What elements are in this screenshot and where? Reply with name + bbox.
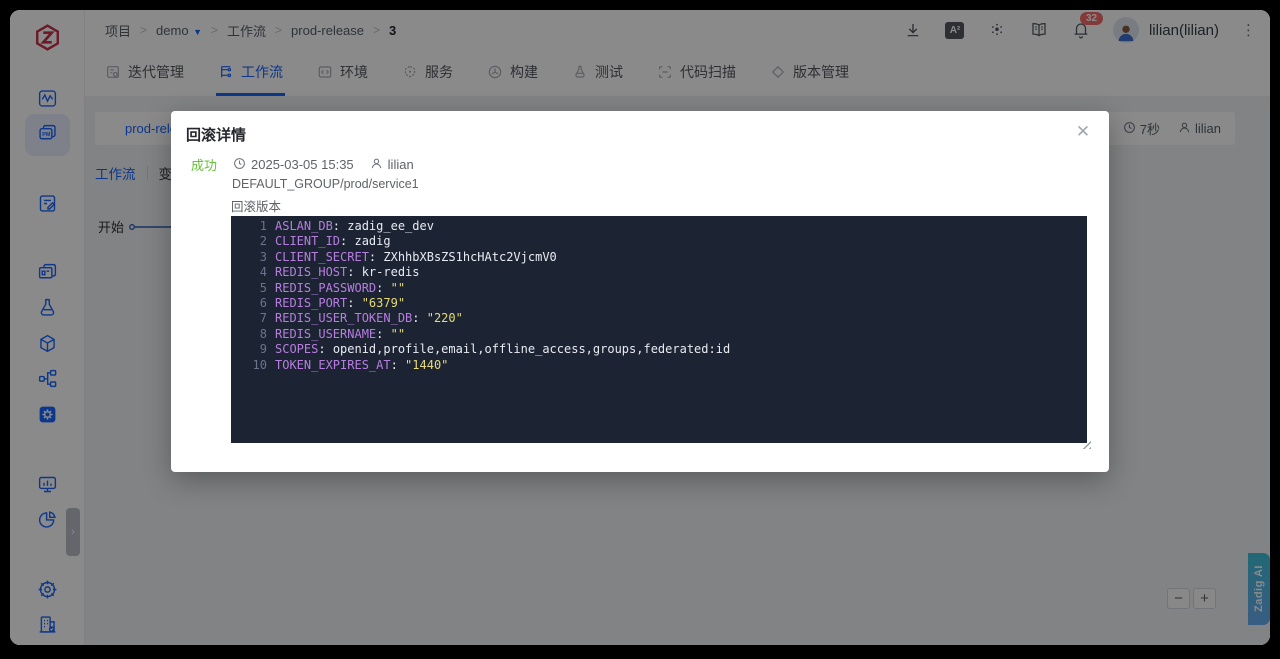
line-number: 6 xyxy=(231,296,267,311)
close-icon[interactable]: ✕ xyxy=(1073,122,1093,142)
clock-icon xyxy=(233,157,246,173)
line-number: 7 xyxy=(231,311,267,326)
status-badge: 成功 xyxy=(191,155,217,174)
line-number: 3 xyxy=(231,250,267,265)
code-line: 1 ASLAN_DB: zadig_ee_dev xyxy=(231,219,1087,234)
code-line: 2 CLIENT_ID: zadig xyxy=(231,234,1087,249)
line-number: 9 xyxy=(231,342,267,357)
rollback-detail-modal: 回滚详情 ✕ 成功 2025-03-05 15:35 lilian DEFAUL… xyxy=(171,111,1109,472)
code-text: REDIS_USER_TOKEN_DB: "220" xyxy=(275,311,463,326)
person-icon xyxy=(370,157,383,173)
code-line: 5 REDIS_PASSWORD: "" xyxy=(231,281,1087,296)
code-line: 10 TOKEN_EXPIRES_AT: "1440" xyxy=(231,358,1087,373)
code-line: 9 SCOPES: openid,profile,email,offline_ac… xyxy=(231,342,1087,357)
code-text: REDIS_PORT: "6379" xyxy=(275,296,405,311)
line-number: 8 xyxy=(231,327,267,342)
code-text: REDIS_USERNAME: "" xyxy=(275,327,405,342)
code-text: REDIS_PASSWORD: "" xyxy=(275,281,405,296)
yaml-code-editor[interactable]: 1 ASLAN_DB: zadig_ee_dev 2 CLIENT_ID: zadig… xyxy=(231,216,1087,443)
code-line: 4 REDIS_HOST: kr-redis xyxy=(231,265,1087,280)
code-text: ASLAN_DB: zadig_ee_dev xyxy=(275,219,434,234)
code-text: REDIS_HOST: kr-redis xyxy=(275,265,420,280)
rollback-operator: lilian xyxy=(370,157,414,173)
code-line: 3 CLIENT_SECRET: ZXhhbXBsZS1hcHAtc2VjcmV0 xyxy=(231,250,1087,265)
code-text: TOKEN_EXPIRES_AT: "1440" xyxy=(275,358,448,373)
app-window: PM › xyxy=(10,10,1270,645)
code-line: 7 REDIS_USER_TOKEN_DB: "220" xyxy=(231,311,1087,326)
line-number: 1 xyxy=(231,219,267,234)
code-line: 8 REDIS_USERNAME: "" xyxy=(231,327,1087,342)
code-text: CLIENT_SECRET: ZXhhbXBsZS1hcHAtc2VjcmV0 xyxy=(275,250,557,265)
rollback-version-label: 回滚版本 xyxy=(231,196,281,215)
rollback-timestamp: 2025-03-05 15:35 xyxy=(233,157,354,173)
line-number: 5 xyxy=(231,281,267,296)
code-line: 6 REDIS_PORT: "6379" xyxy=(231,296,1087,311)
service-path: DEFAULT_GROUP/prod/service1 xyxy=(232,177,419,191)
code-text: SCOPES: openid,profile,email,offline_acc… xyxy=(275,342,730,357)
line-number: 10 xyxy=(231,358,267,373)
modal-title: 回滚详情 xyxy=(186,124,246,145)
line-number: 2 xyxy=(231,234,267,249)
line-number: 4 xyxy=(231,265,267,280)
rollback-meta-row: 成功 2025-03-05 15:35 lilian xyxy=(191,155,414,174)
code-text: CLIENT_ID: zadig xyxy=(275,234,391,249)
